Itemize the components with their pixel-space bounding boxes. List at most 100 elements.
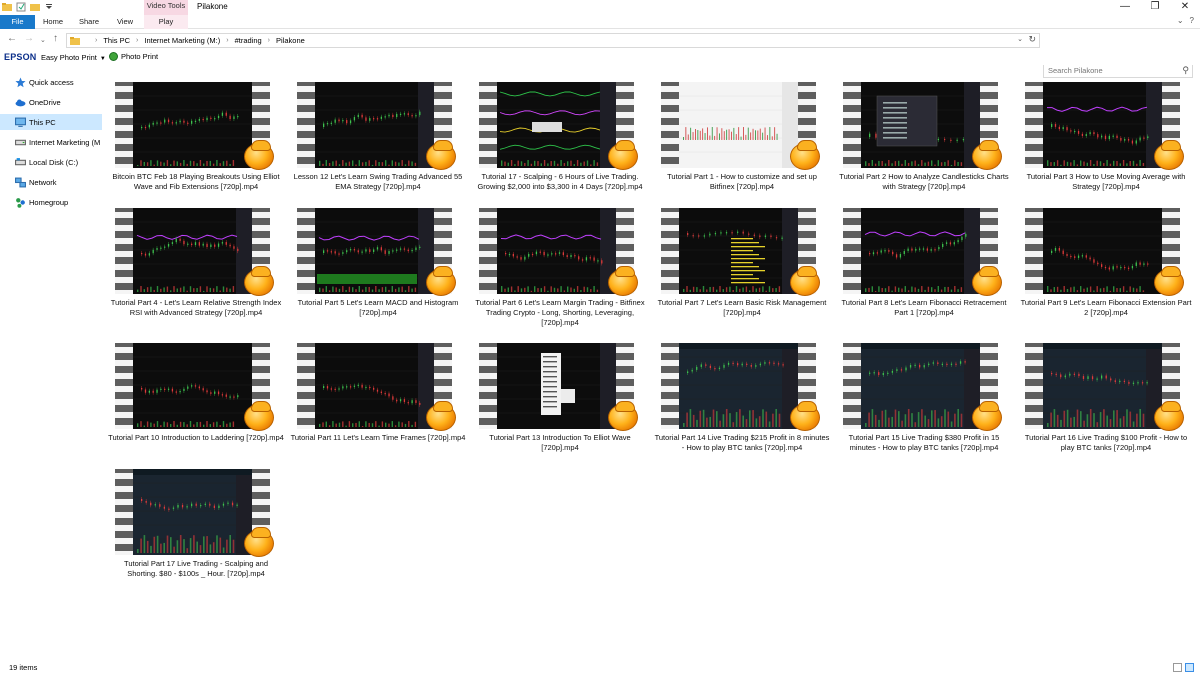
status-bar: 19 items bbox=[0, 661, 1200, 675]
file-name: Tutorial Part 14 Live Trading $215 Profi… bbox=[654, 433, 830, 452]
chart-preview bbox=[1043, 208, 1162, 294]
chart-preview bbox=[861, 208, 980, 294]
search-input[interactable] bbox=[1044, 64, 1174, 77]
file-item[interactable]: Bitcoin BTC Feb 18 Playing Breakouts Usi… bbox=[108, 77, 284, 202]
address-bar[interactable]: › This PC › Internet Marketing (M:) › #t… bbox=[66, 33, 1040, 48]
tab-share[interactable]: Share bbox=[72, 15, 106, 29]
file-item[interactable]: Lesson 12 Let's Learn Swing Trading Adva… bbox=[290, 77, 466, 202]
file-item[interactable]: Tutorial Part 6 Let's Learn Margin Tradi… bbox=[472, 203, 648, 328]
file-item[interactable]: Tutorial Part 1 - How to customize and s… bbox=[654, 77, 830, 202]
video-frame bbox=[861, 343, 980, 429]
file-item[interactable]: Tutorial Part 13 Introduction To Elliot … bbox=[472, 338, 648, 463]
nav-network[interactable]: Network bbox=[0, 174, 102, 190]
file-item[interactable]: Tutorial Part 5 Let's Learn MACD and His… bbox=[290, 203, 466, 328]
video-frame bbox=[315, 343, 434, 429]
maximize-button[interactable]: ❐ bbox=[1140, 0, 1170, 14]
file-name: Tutorial Part 4 - Let's Learn Relative S… bbox=[110, 298, 282, 317]
media-player-icon bbox=[1154, 140, 1184, 170]
customize-qat-icon[interactable] bbox=[44, 2, 54, 12]
new-folder-icon[interactable] bbox=[30, 2, 40, 12]
nav-label: OneDrive bbox=[29, 97, 61, 107]
folder-icon[interactable] bbox=[2, 2, 12, 12]
file-item[interactable]: Tutorial Part 17 Live Trading - Scalping… bbox=[108, 464, 284, 589]
expand-ribbon-icon[interactable]: ⌄ bbox=[1177, 16, 1184, 25]
chart-preview bbox=[315, 343, 434, 429]
file-item[interactable]: Tutorial Part 7 Let's Learn Basic Risk M… bbox=[654, 203, 830, 328]
properties-icon[interactable] bbox=[16, 2, 26, 12]
refresh-icon[interactable]: ↻ bbox=[1028, 34, 1036, 45]
media-player-icon bbox=[608, 401, 638, 431]
minimize-button[interactable]: — bbox=[1110, 0, 1140, 14]
chart-preview bbox=[133, 343, 252, 429]
details-view-icon[interactable] bbox=[1173, 663, 1182, 672]
crumb-internet-marketing[interactable]: Internet Marketing (M:) bbox=[144, 36, 220, 45]
media-player-icon bbox=[608, 140, 638, 170]
nav-local-disk[interactable]: Local Disk (C:) bbox=[0, 154, 102, 170]
help-icon[interactable]: ? bbox=[1190, 16, 1194, 25]
media-player-icon bbox=[972, 140, 1002, 170]
address-row: ← → ⌄ ↑ › This PC › Internet Marketing (… bbox=[0, 30, 1200, 78]
nav-label: Internet Marketing (M bbox=[29, 137, 101, 147]
chart-preview bbox=[861, 82, 980, 168]
drive-icon bbox=[15, 139, 26, 145]
file-name: Tutorial Part 11 Let's Learn Time Frames… bbox=[290, 433, 466, 442]
recent-locations-icon[interactable]: ⌄ bbox=[40, 35, 46, 47]
media-player-icon bbox=[608, 266, 638, 296]
title-bar: Video Tools Pilakone — ❐ ✕ bbox=[0, 0, 1200, 15]
file-name: Lesson 12 Let's Learn Swing Trading Adva… bbox=[293, 172, 463, 191]
media-player-icon bbox=[426, 140, 456, 170]
video-frame bbox=[679, 343, 798, 429]
file-item[interactable]: Tutorial Part 2 How to Analyze Candlesti… bbox=[836, 77, 1012, 202]
search-box[interactable]: ⚲ bbox=[1043, 63, 1193, 78]
file-item[interactable]: Tutorial Part 14 Live Trading $215 Profi… bbox=[654, 338, 830, 463]
easy-photo-print-button[interactable]: Easy Photo Print ▼ bbox=[41, 53, 106, 62]
media-player-icon bbox=[1154, 401, 1184, 431]
video-frame bbox=[315, 208, 434, 294]
file-name: Tutorial Part 17 Live Trading - Scalping… bbox=[124, 559, 268, 578]
tab-play[interactable]: Play bbox=[144, 15, 188, 29]
nav-quick-access[interactable]: Quick access bbox=[0, 74, 102, 90]
up-icon[interactable]: ↑ bbox=[53, 33, 58, 45]
media-player-icon bbox=[426, 266, 456, 296]
close-button[interactable]: ✕ bbox=[1170, 0, 1200, 14]
nav-this-pc[interactable]: This PC bbox=[0, 114, 102, 130]
file-item[interactable]: Tutorial Part 10 Introduction to Ladderi… bbox=[108, 338, 284, 463]
network-icon bbox=[15, 177, 26, 187]
media-player-icon bbox=[244, 140, 274, 170]
tab-file[interactable]: File bbox=[0, 15, 35, 29]
file-item[interactable]: Tutorial Part 4 - Let's Learn Relative S… bbox=[108, 203, 284, 328]
file-name: Tutorial Part 6 Let's Learn Margin Tradi… bbox=[475, 298, 645, 327]
video-tools-group: Video Tools bbox=[144, 0, 188, 15]
chart-preview bbox=[133, 469, 252, 555]
search-icon: ⚲ bbox=[1182, 65, 1189, 75]
chevron-down-icon[interactable]: ⌄ bbox=[1017, 35, 1023, 43]
tab-view[interactable]: View bbox=[108, 15, 142, 29]
chart-preview bbox=[315, 82, 434, 168]
tab-home[interactable]: Home bbox=[36, 15, 70, 29]
nav-internet-marketing[interactable]: Internet Marketing (M bbox=[0, 134, 102, 150]
file-item[interactable]: Tutorial Part 3 How to Use Moving Averag… bbox=[1018, 77, 1194, 202]
nav-homegroup[interactable]: Homegroup bbox=[0, 194, 102, 210]
file-item[interactable]: Tutorial Part 16 Live Trading $100 Profi… bbox=[1018, 338, 1194, 463]
crumb-this-pc[interactable]: This PC bbox=[103, 36, 130, 45]
file-item[interactable]: Tutorial Part 15 Live Trading $380 Profi… bbox=[836, 338, 1012, 463]
file-item[interactable]: Tutorial Part 11 Let's Learn Time Frames… bbox=[290, 338, 466, 463]
nav-onedrive[interactable]: OneDrive bbox=[0, 94, 102, 110]
chart-preview bbox=[133, 82, 252, 168]
video-frame bbox=[133, 469, 252, 555]
forward-icon[interactable]: → bbox=[24, 33, 34, 45]
file-name: Tutorial Part 9 Let's Learn Fibonacci Ex… bbox=[1020, 298, 1192, 317]
file-item[interactable]: Tutorial Part 8 Let's Learn Fibonacci Re… bbox=[836, 203, 1012, 328]
file-item[interactable]: Tutorial 17 - Scalping - 6 Hours of Live… bbox=[472, 77, 648, 202]
photo-print-label: Photo Print bbox=[121, 52, 159, 61]
back-icon[interactable]: ← bbox=[7, 33, 17, 45]
chevron-right-icon: › bbox=[95, 37, 98, 44]
media-player-icon bbox=[972, 401, 1002, 431]
nav-label: This PC bbox=[29, 117, 56, 127]
large-icons-view-icon[interactable] bbox=[1185, 663, 1194, 672]
crumb-pilakone[interactable]: Pilakone bbox=[276, 36, 305, 45]
crumb-trading[interactable]: #trading bbox=[235, 36, 262, 45]
photo-print-button[interactable]: Photo Print bbox=[109, 52, 158, 61]
file-item[interactable]: Tutorial Part 9 Let's Learn Fibonacci Ex… bbox=[1018, 203, 1194, 328]
chart-preview bbox=[497, 82, 616, 168]
